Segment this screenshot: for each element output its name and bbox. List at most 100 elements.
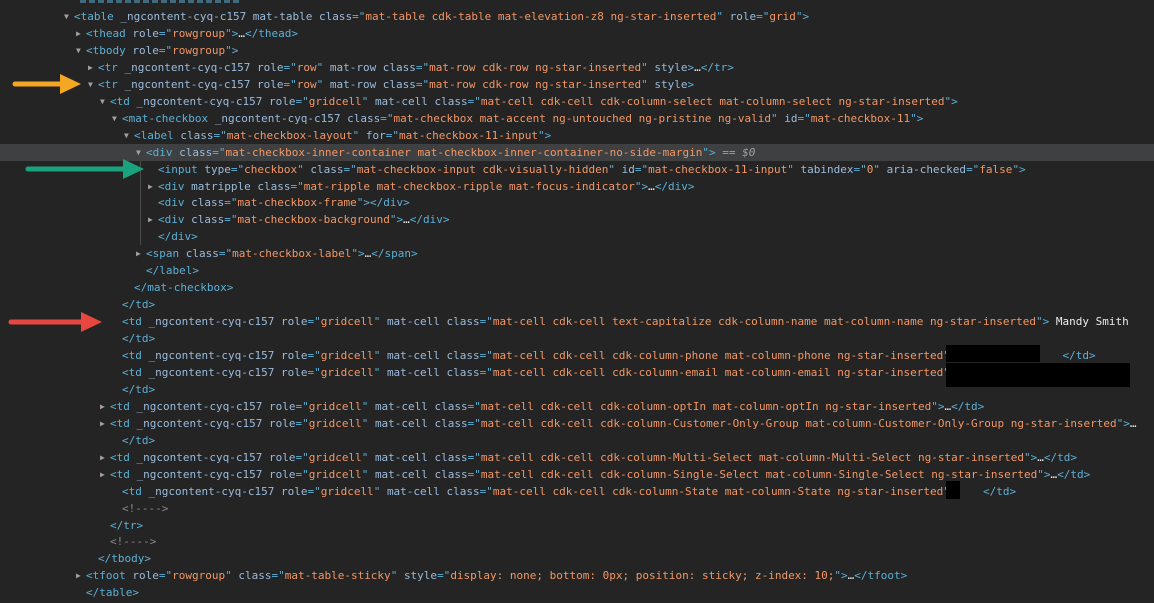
expanded-triangle-icon[interactable]: ▼ [88,76,98,93]
dom-node[interactable]: ▶ <tfoot role="rowgroup" class="mat-table… [0,567,1154,584]
dom-node[interactable]: </tr> [0,517,1154,534]
collapsed-triangle-icon[interactable]: ▶ [100,449,110,466]
dom-node[interactable]: <td _ngcontent-cyq-c157 role="gridcell" … [0,313,1154,330]
token-text: … [694,60,701,74]
collapsed-triangle-icon[interactable]: ▶ [88,59,98,76]
token-tag: " [361,399,375,413]
token-attr-name: type [204,162,231,176]
collapsed-triangle-icon[interactable]: ▶ [100,415,110,432]
dom-node[interactable]: </label> [0,262,1154,279]
token-attr-value: grid [769,10,796,23]
token-attr-value: mat-cell cdk-cell cdk-column-Customer-On… [480,416,1117,430]
token-attr-value: rowgroup [172,43,226,57]
dom-node[interactable]: ▼ <tbody role="rowgroup"> [0,42,1154,59]
dom-node[interactable]: <div class="mat-checkbox-frame"></div> [0,194,1154,211]
token-attr-value: rowgroup [172,569,226,583]
token-tag: "> [910,111,924,125]
token-attr-name: style [654,77,688,91]
token-tag: </div> [654,179,695,193]
dom-node[interactable]: <input type="checkbox" class="mat-checkb… [0,161,1154,178]
dom-node[interactable]: ▼ <label class="mat-checkbox-layout" for=… [0,127,1154,144]
token-tag: <tfoot [86,569,133,583]
dom-node[interactable]: ▼ <mat-checkbox _ngcontent-cyq-c157 class… [0,110,1154,127]
token-attr-value: mat-checkbox-inner-container mat-checkbo… [225,145,703,159]
token-attr-value: mat-checkbox-11 [810,111,911,125]
token-tag: =" [352,10,366,23]
expanded-triangle-icon[interactable]: ▼ [112,110,122,127]
dom-node[interactable]: <!----> [0,533,1154,550]
token-tag: <td [110,467,137,481]
token-attr-value: gridcell [308,450,362,464]
green-arrow [25,159,144,180]
collapsed-triangle-icon[interactable]: ▶ [100,398,110,415]
dom-node[interactable]: ▼ <td _ngcontent-cyq-c157 role="gridcell"… [0,93,1154,110]
dom-node[interactable]: ▶ <td _ngcontent-cyq-c157 role="gridcell"… [0,466,1154,483]
token-attr-name: _ngcontent-cyq-c157 role [148,365,308,379]
expanded-triangle-icon[interactable]: ▼ [124,127,134,144]
collapsed-triangle-icon[interactable]: ▶ [148,211,158,228]
token-attr-name: _ngcontent-cyq-c157 role [136,94,296,108]
token-tag: <div [158,196,192,210]
token-attr-value: row [296,60,317,74]
dom-node[interactable]: ▶ <div class="mat-checkbox-background">…<… [0,211,1154,228]
dom-node[interactable]: ▶ <span class="mat-checkbox-label">…</spa… [0,245,1154,262]
dom-node[interactable]: <td _ngcontent-cyq-c157 role="gridcell" … [0,483,1154,500]
dom-node[interactable]: </tbody> [0,550,1154,567]
token-tag: " [316,60,330,74]
dom-node[interactable]: ▶ <tr _ngcontent-cyq-c157 role="row" mat-… [0,59,1154,76]
token-tag: =" [158,26,173,40]
dom-node[interactable]: ▶ <td _ngcontent-cyq-c157 role="gridcell"… [0,415,1154,432]
token-tag: =" [307,484,321,498]
dom-node[interactable]: </div> [0,228,1154,245]
dom-node-selected[interactable]: ▼ <div class="mat-checkbox-inner-containe… [0,143,1154,161]
token-tag: <div [158,213,192,227]
dom-node[interactable]: ▶ <div matripple class="mat-ripple mat-ch… [0,178,1154,195]
expanded-triangle-icon[interactable]: ▼ [64,8,74,25]
dom-node[interactable]: ▶ <td _ngcontent-cyq-c157 role="gridcell"… [0,398,1154,415]
expanded-triangle-icon[interactable]: ▼ [76,42,86,59]
token-attr-value: mat-checkbox-frame [237,196,357,210]
collapsed-triangle-icon[interactable]: ▶ [148,178,158,195]
collapsed-triangle-icon[interactable]: ▶ [76,25,86,42]
token-tag: =" [158,569,173,583]
token-attr-name: _ngcontent-cyq-c157 role [136,450,296,464]
token-attr-value: mat-checkbox-background [237,213,390,227]
dom-node[interactable]: ▼ <tr _ngcontent-cyq-c157 role="row" mat-… [0,76,1154,93]
token-attr-name: class [310,162,344,176]
token-tag: =" [295,467,309,481]
collapsed-triangle-icon[interactable]: ▶ [76,567,86,584]
token-attr-value: mat-checkbox-input cdk-visually-hidden [356,162,609,176]
token-tag: =" [307,349,321,362]
dom-node[interactable]: </td> [0,432,1154,449]
token-tag: "> [389,213,404,227]
token-tag: " [361,416,375,430]
token-tag: "></div> [356,196,410,210]
token-tag: =" [756,10,770,23]
token-tag: =" [295,94,309,108]
token-tag: "> [834,569,848,583]
token-tag: </td> [983,484,1017,498]
token-attr-name: mat-cell class [374,94,468,108]
token-tag: " [225,569,239,583]
token-tag: =" [467,94,481,108]
collapsed-triangle-icon[interactable]: ▶ [100,466,110,483]
token-tag: </mat-checkbox> [134,281,234,295]
dom-node[interactable]: ▼ <table _ngcontent-cyq-c157 mat-table cl… [0,8,1154,25]
elements-tree[interactable]: ▼ <table _ngcontent-cyq-c157 mat-table cl… [0,0,1154,603]
token-tag: <td [110,94,137,108]
dom-node[interactable]: </mat-checkbox> [0,279,1154,296]
dom-node[interactable]: </table> [0,584,1154,601]
token-tag: "> [225,26,239,40]
expanded-triangle-icon[interactable]: ▼ [100,93,110,110]
token-attr-value: gridcell [308,94,362,108]
dom-node[interactable]: ▶ <thead role="rowgroup">…</thead> [0,25,1154,42]
dom-node[interactable]: <!----> [0,500,1154,517]
token-tag: > [687,77,695,91]
collapsed-triangle-icon[interactable]: ▶ [136,245,146,262]
dom-node[interactable]: </td> [0,296,1154,313]
dom-node[interactable]: ▶ <td _ngcontent-cyq-c157 role="gridcell"… [0,449,1154,466]
token-attr-value: mat-ripple mat-checkbox-ripple mat-focus… [303,179,635,193]
